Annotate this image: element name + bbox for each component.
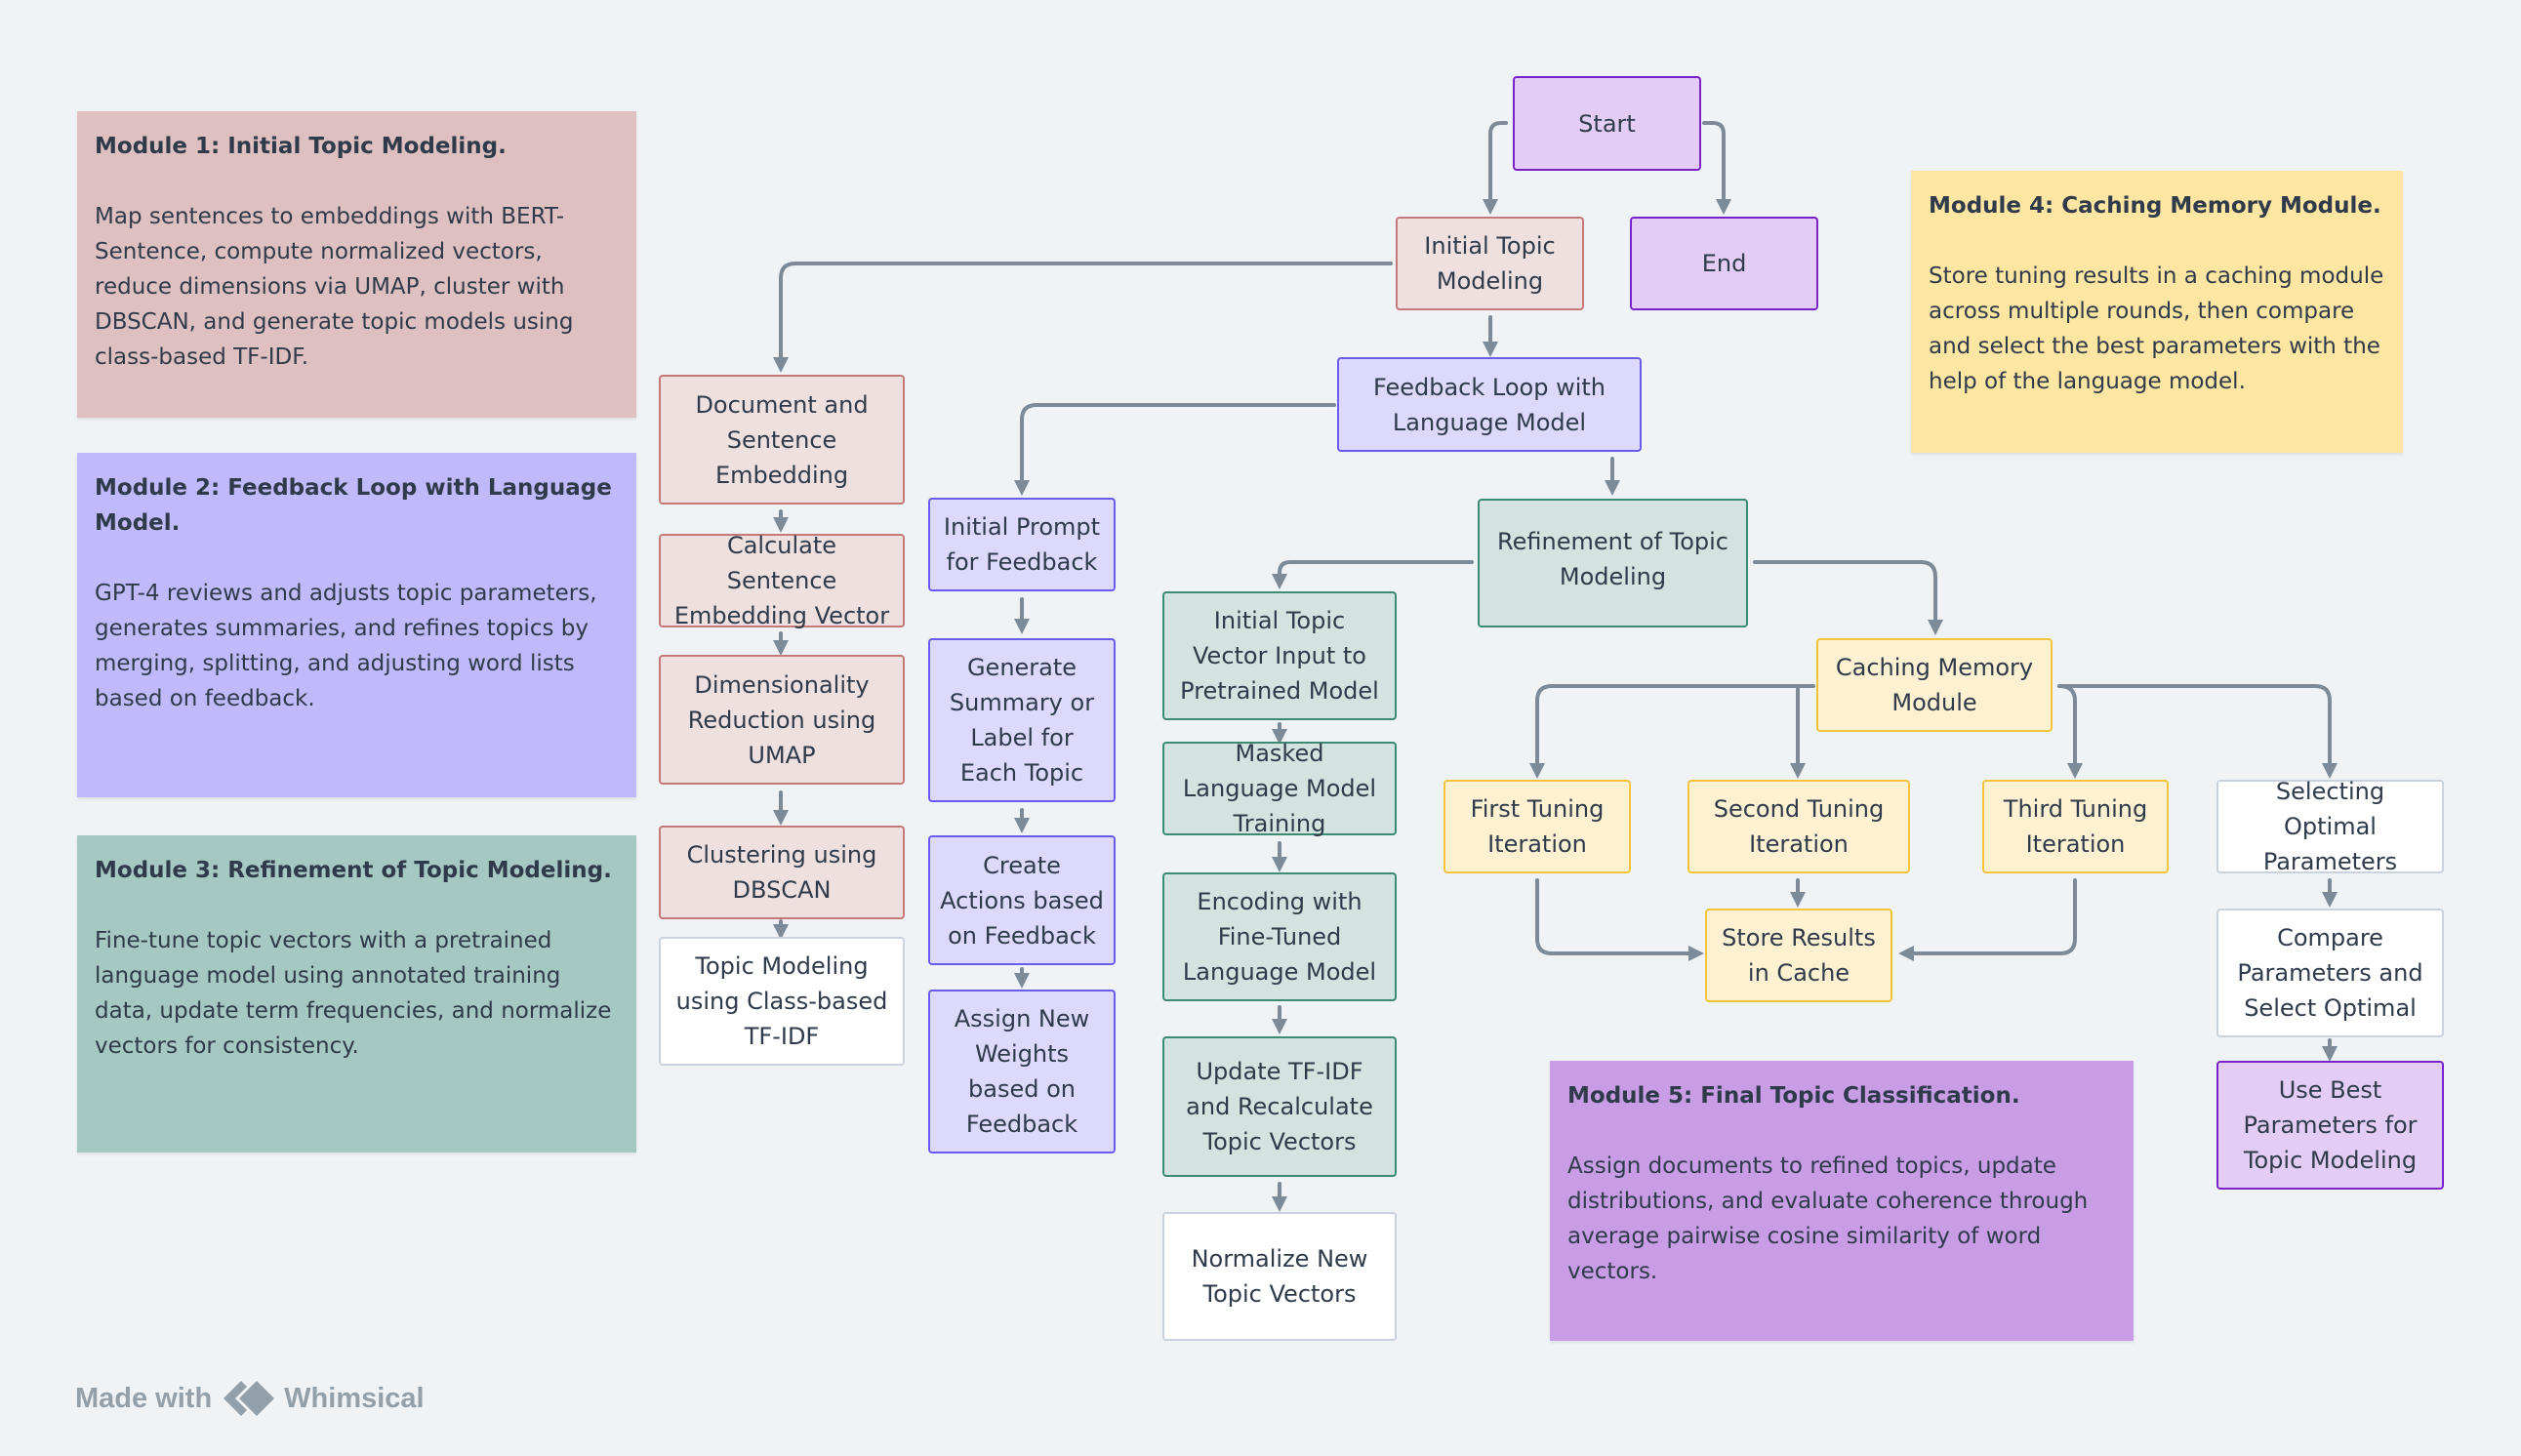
node-feedback-loop[interactable]: Feedback Loop with Language Model	[1337, 357, 1642, 452]
node-third-tuning-label: Third Tuning Iteration	[2003, 795, 2148, 858]
node-caching-memory[interactable]: Caching Memory Module	[1816, 638, 2053, 732]
node-caching-memory-label: Caching Memory Module	[1835, 654, 2034, 716]
node-start-label: Start	[1578, 109, 1636, 138]
module4-note[interactable]: Module 4: Caching Memory Module. Store t…	[1911, 171, 2403, 453]
node-first-tuning[interactable]: First Tuning Iteration	[1443, 780, 1631, 873]
module2-body: GPT-4 reviews and adjusts topic paramete…	[95, 581, 597, 711]
edge-start-initial	[1483, 121, 1508, 215]
module3-body: Fine-tune topic vectors with a pretraine…	[95, 928, 612, 1059]
node-compare-params-label: Compare Parameters and Select Optimal	[2237, 924, 2423, 1022]
edge-feedback-prompt	[1014, 403, 1336, 496]
node-update-tfidf-label: Update TF-IDF and Recalculate Topic Vect…	[1186, 1058, 1373, 1155]
node-dim-reduction-label: Dimensionality Reduction using UMAP	[687, 670, 876, 769]
node-initial-prompt[interactable]: Initial Prompt for Feedback	[928, 498, 1116, 591]
whimsical-logo-icon	[224, 1381, 275, 1416]
node-store-results-label: Store Results in Cache	[1722, 924, 1876, 987]
edge-caching-selecting	[2057, 684, 2338, 779]
module2-note[interactable]: Module 2: Feedback Loop with Language Mo…	[77, 453, 636, 797]
node-initial-topic-modeling[interactable]: Initial Topic Modeling	[1396, 217, 1584, 310]
node-clustering[interactable]: Clustering using DBSCAN	[659, 826, 905, 919]
module3-title: Module 3: Refinement of Topic Modeling.	[95, 858, 612, 883]
node-masked-lm-label: Masked Language Model Training	[1182, 740, 1377, 837]
module1-note[interactable]: Module 1: Initial Topic Modeling. Map se…	[77, 111, 636, 418]
node-topic-modeling-ctfidf[interactable]: Topic Modeling using Class-based TF-IDF	[659, 937, 905, 1066]
node-doc-sentence-embedding-label: Document and Sentence Embedding	[695, 390, 869, 489]
node-dim-reduction[interactable]: Dimensionality Reduction using UMAP	[659, 655, 905, 785]
node-first-tuning-label: First Tuning Iteration	[1470, 795, 1605, 858]
node-encoding-finetuned-label: Encoding with Fine-Tuned Language Model	[1182, 888, 1377, 986]
node-store-results[interactable]: Store Results in Cache	[1705, 909, 1892, 1002]
node-create-actions-label: Create Actions based on Feedback	[940, 851, 1104, 950]
whimsical-brand-label: Whimsical	[284, 1382, 425, 1414]
module4-title: Module 4: Caching Memory Module.	[1929, 193, 2381, 219]
node-use-best[interactable]: Use Best Parameters for Topic Modeling	[2216, 1061, 2444, 1190]
node-calc-sentence-vector[interactable]: Calculate Sentence Embedding Vector	[659, 532, 905, 629]
edge-caching-third	[2057, 684, 2083, 779]
node-update-tfidf[interactable]: Update TF-IDF and Recalculate Topic Vect…	[1162, 1036, 1397, 1177]
node-calc-sentence-vector-label: Calculate Sentence Embedding Vector	[673, 532, 890, 629]
node-use-best-label: Use Best Parameters for Topic Modeling	[2243, 1076, 2418, 1174]
node-initial-prompt-label: Initial Prompt for Feedback	[943, 513, 1101, 576]
module1-title: Module 1: Initial Topic Modeling.	[95, 134, 507, 159]
module2-title: Module 2: Feedback Loop with Language Mo…	[95, 475, 612, 536]
edge-refine-caching	[1753, 560, 1943, 635]
node-normalize-vectors[interactable]: Normalize New Topic Vectors	[1162, 1212, 1397, 1341]
node-doc-sentence-embedding[interactable]: Document and Sentence Embedding	[659, 375, 905, 505]
edge-third-store	[1898, 878, 2077, 961]
node-feedback-loop-label: Feedback Loop with Language Model	[1372, 373, 1606, 436]
edge-first-store	[1535, 878, 1704, 961]
node-initial-topic-vector-label: Initial Topic Vector Input to Pretrained…	[1180, 607, 1379, 705]
node-clustering-label: Clustering using DBSCAN	[686, 841, 877, 904]
node-compare-params[interactable]: Compare Parameters and Select Optimal	[2216, 909, 2444, 1037]
node-third-tuning[interactable]: Third Tuning Iteration	[1982, 780, 2169, 873]
node-assign-weights[interactable]: Assign New Weights based on Feedback	[928, 990, 1116, 1153]
node-create-actions[interactable]: Create Actions based on Feedback	[928, 835, 1116, 965]
node-start[interactable]: Start	[1513, 76, 1701, 171]
node-second-tuning[interactable]: Second Tuning Iteration	[1687, 780, 1910, 873]
node-initial-topic-modeling-label: Initial Topic Modeling	[1424, 232, 1556, 295]
node-end[interactable]: End	[1630, 217, 1818, 310]
edge-start-end	[1702, 121, 1731, 215]
node-normalize-vectors-label: Normalize New Topic Vectors	[1191, 1245, 1368, 1308]
node-selecting-optimal[interactable]: Selecting Optimal Parameters	[2216, 778, 2444, 875]
module5-title: Module 5: Final Topic Classification.	[1567, 1083, 2020, 1109]
made-with-label: Made with	[75, 1382, 213, 1414]
module3-note[interactable]: Module 3: Refinement of Topic Modeling. …	[77, 835, 636, 1153]
edge-refine-inivec	[1272, 560, 1474, 589]
edge-initial-doc	[773, 262, 1393, 373]
made-with-whimsical-badge[interactable]: Made with Whimsical	[75, 1379, 425, 1418]
node-generate-summary-label: Generate Summary or Label for Each Topic	[949, 654, 1095, 787]
node-encoding-finetuned[interactable]: Encoding with Fine-Tuned Language Model	[1162, 872, 1397, 1001]
node-assign-weights-label: Assign New Weights based on Feedback	[954, 1005, 1090, 1138]
module5-body: Assign documents to refined topics, upda…	[1567, 1153, 2089, 1284]
module1-body: Map sentences to embeddings with BERT-Se…	[95, 204, 574, 370]
module5-note[interactable]: Module 5: Final Topic Classification. As…	[1550, 1061, 2134, 1341]
node-generate-summary[interactable]: Generate Summary or Label for Each Topic	[928, 638, 1116, 802]
node-topic-modeling-ctfidf-label: Topic Modeling using Class-based TF-IDF	[675, 952, 888, 1050]
edge-caching-first	[1529, 684, 1815, 779]
node-second-tuning-label: Second Tuning Iteration	[1713, 795, 1885, 858]
node-refinement-label: Refinement of Topic Modeling	[1497, 528, 1728, 590]
node-refinement[interactable]: Refinement of Topic Modeling	[1478, 499, 1748, 627]
node-selecting-optimal-label: Selecting Optimal Parameters	[2262, 778, 2398, 875]
node-end-label: End	[1701, 250, 1747, 277]
module4-body: Store tuning results in a caching module…	[1929, 263, 2384, 394]
node-initial-topic-vector[interactable]: Initial Topic Vector Input to Pretrained…	[1162, 591, 1397, 720]
node-masked-lm[interactable]: Masked Language Model Training	[1162, 740, 1397, 837]
